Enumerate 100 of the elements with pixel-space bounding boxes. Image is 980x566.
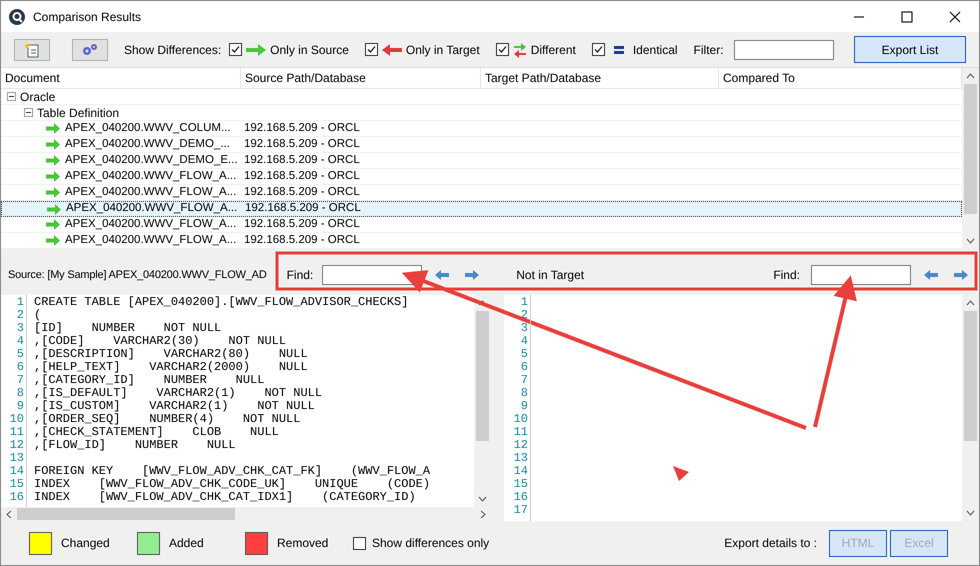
line-number: 1 <box>16 296 24 309</box>
line-number: 6 <box>520 361 528 374</box>
left-arrow-icon <box>380 44 403 56</box>
next-arrow-icon[interactable] <box>953 269 969 281</box>
swap-arrows-icon <box>512 42 528 58</box>
checkbox[interactable] <box>364 43 378 56</box>
line-number: 4 <box>520 335 528 348</box>
filter-field[interactable] <box>734 40 834 60</box>
next-arrow-icon[interactable] <box>464 269 480 281</box>
document-cell-text: APEX_040200.WWV_FLOW_A... <box>65 232 236 248</box>
line-number: 13 <box>10 452 24 465</box>
filter-label: Filter: <box>694 42 724 58</box>
scrollbar[interactable] <box>962 68 979 249</box>
line-number: 4 <box>16 335 24 348</box>
line-number: 16 <box>514 491 528 504</box>
result-row[interactable]: APEX_040200.WWV_FLOW_A... 192.168.5.209 - ORCL <box>1 233 962 249</box>
checkbox[interactable] <box>592 43 605 56</box>
source-path-cell-text: 192.168.5.209 - ORCL <box>243 120 360 136</box>
annotation-triangle <box>673 466 689 481</box>
maximize-icon[interactable] <box>901 10 913 22</box>
column-header[interactable]: Document <box>1 68 241 88</box>
result-row[interactable]: APEX_040200.WWV_DEMO_E... 192.168.5.209 - ORCL <box>1 153 962 169</box>
tree-node-label[interactable]: Oracle <box>20 88 56 106</box>
filter-label: Different <box>530 42 576 58</box>
export-list-button[interactable]: Export List <box>854 36 966 63</box>
gears-icon <box>81 42 99 58</box>
line-number: 14 <box>514 465 528 478</box>
code-line: ,[CHECK_STATEMENT] CLOB NULL <box>34 426 280 439</box>
filter-label: Identical <box>632 42 678 58</box>
line-number: 16 <box>10 491 24 504</box>
toolbar-button[interactable] <box>72 38 108 60</box>
result-row[interactable]: APEX_040200.WWV_FLOW_A... 192.168.5.209 - ORCL <box>1 169 962 185</box>
right-arrow-icon <box>45 219 61 230</box>
line-number: 7 <box>16 374 24 387</box>
find-field[interactable] <box>322 265 422 285</box>
document-cell-text: APEX_040200.WWV_DEMO_E... <box>65 152 238 168</box>
code-line: ,[IS_DEFAULT] VARCHAR2(1) NOT NULL <box>34 387 324 400</box>
filter-label: Only in Source <box>270 42 349 58</box>
source-label: Source: [My Sample] APEX_040200.WWV_FLOW_AD <box>8 268 267 283</box>
column-header[interactable]: Source Path/Database <box>241 68 481 88</box>
result-row[interactable]: APEX_040200.WWV_DEMO_... 192.168.5.209 - ORCL <box>1 137 962 153</box>
right-arrow-icon <box>45 139 61 150</box>
line-number: 3 <box>520 322 528 335</box>
code-line: ,[ORDER_SEQ] NUMBER(4) NOT NULL <box>34 413 302 426</box>
checkbox[interactable] <box>229 43 242 56</box>
right-arrow-icon <box>45 123 61 134</box>
show-differences-label: Show Differences: <box>124 42 222 58</box>
legend-label: Changed <box>61 535 111 552</box>
checkbox[interactable] <box>353 536 366 550</box>
code-line: ,[DESCRIPTION] VARCHAR2(80) NULL <box>34 348 309 361</box>
code-line: INDEX [WWV_FLOW_ADV_CHK_CODE_UK] UNIQUE (CODE) <box>34 478 432 491</box>
checkbox[interactable] <box>496 43 509 56</box>
close-icon[interactable] <box>949 10 961 22</box>
expand-toggle[interactable] <box>24 108 33 117</box>
line-number: 2 <box>16 309 24 322</box>
line-number: 15 <box>514 478 528 491</box>
find-field[interactable] <box>811 265 911 285</box>
line-number: 12 <box>10 439 24 452</box>
source-path-cell-text: 192.168.5.209 - ORCL <box>243 232 360 248</box>
result-row[interactable]: APEX_040200.WWV_FLOW_A... 192.168.5.209 - ORCL <box>1 217 962 233</box>
line-number: 1 <box>520 296 528 309</box>
toolbar-button[interactable] <box>14 38 50 60</box>
line-number: 7 <box>520 374 528 387</box>
document-cell-text: APEX_040200.WWV_FLOW_A... <box>65 168 236 184</box>
source-path-cell-text: 192.168.5.209 - ORCL <box>243 152 360 168</box>
document-cell-text: APEX_040200.WWV_COLUM... <box>65 120 231 136</box>
find-label: Find: <box>286 267 314 284</box>
result-row[interactable]: APEX_040200.WWV_COLUM... 192.168.5.209 - ORCL <box>1 121 962 137</box>
line-number: 10 <box>10 413 24 426</box>
legend-label: Removed <box>277 535 330 552</box>
source-path-cell-text: 192.168.5.209 - ORCL <box>243 216 360 232</box>
export-details-label: Export details to : <box>724 535 817 552</box>
target-label: Not in Target <box>516 267 584 284</box>
document-cell-text: APEX_040200.WWV_FLOW_A... <box>66 201 238 216</box>
code-line: ,[FLOW_ID] NUMBER NULL <box>34 439 237 452</box>
code-line: FOREIGN KEY [WWV_FLOW_ADV_CHK_CAT_FK] (WWV_FLOW_A <box>34 465 432 478</box>
line-number: 6 <box>16 361 24 374</box>
show-differences-only-label: Show differences only <box>372 535 490 552</box>
line-number: 10 <box>514 413 528 426</box>
line-number: 15 <box>10 478 24 491</box>
line-number: 5 <box>520 348 528 361</box>
previous-arrow-icon[interactable] <box>923 269 939 281</box>
previous-arrow-icon[interactable] <box>434 269 450 281</box>
right-arrow-icon <box>45 171 61 182</box>
line-number: 13 <box>514 452 528 465</box>
document-star-icon <box>24 42 40 58</box>
column-header[interactable]: Target Path/Database <box>481 68 719 88</box>
expand-toggle[interactable] <box>7 92 16 101</box>
tree-node-label[interactable]: Table Definition <box>37 104 120 122</box>
code-line: ,[CATEGORY_ID] NUMBER NULL <box>34 374 266 387</box>
window-title: Comparison Results <box>33 8 142 26</box>
line-number: 8 <box>520 387 528 400</box>
right-arrow-icon <box>46 204 62 214</box>
legend-label: Added <box>169 535 205 552</box>
code-line: ( <box>34 309 42 322</box>
minus-icon <box>8 93 15 100</box>
code-line: ,[CODE] VARCHAR2(30) NOT NULL <box>34 335 288 348</box>
document-cell-text: APEX_040200.WWV_FLOW_A... <box>65 216 236 232</box>
result-row[interactable]: APEX_040200.WWV_FLOW_A... 192.168.5.209 - ORCL <box>1 201 962 217</box>
right-arrow-icon <box>45 155 61 166</box>
